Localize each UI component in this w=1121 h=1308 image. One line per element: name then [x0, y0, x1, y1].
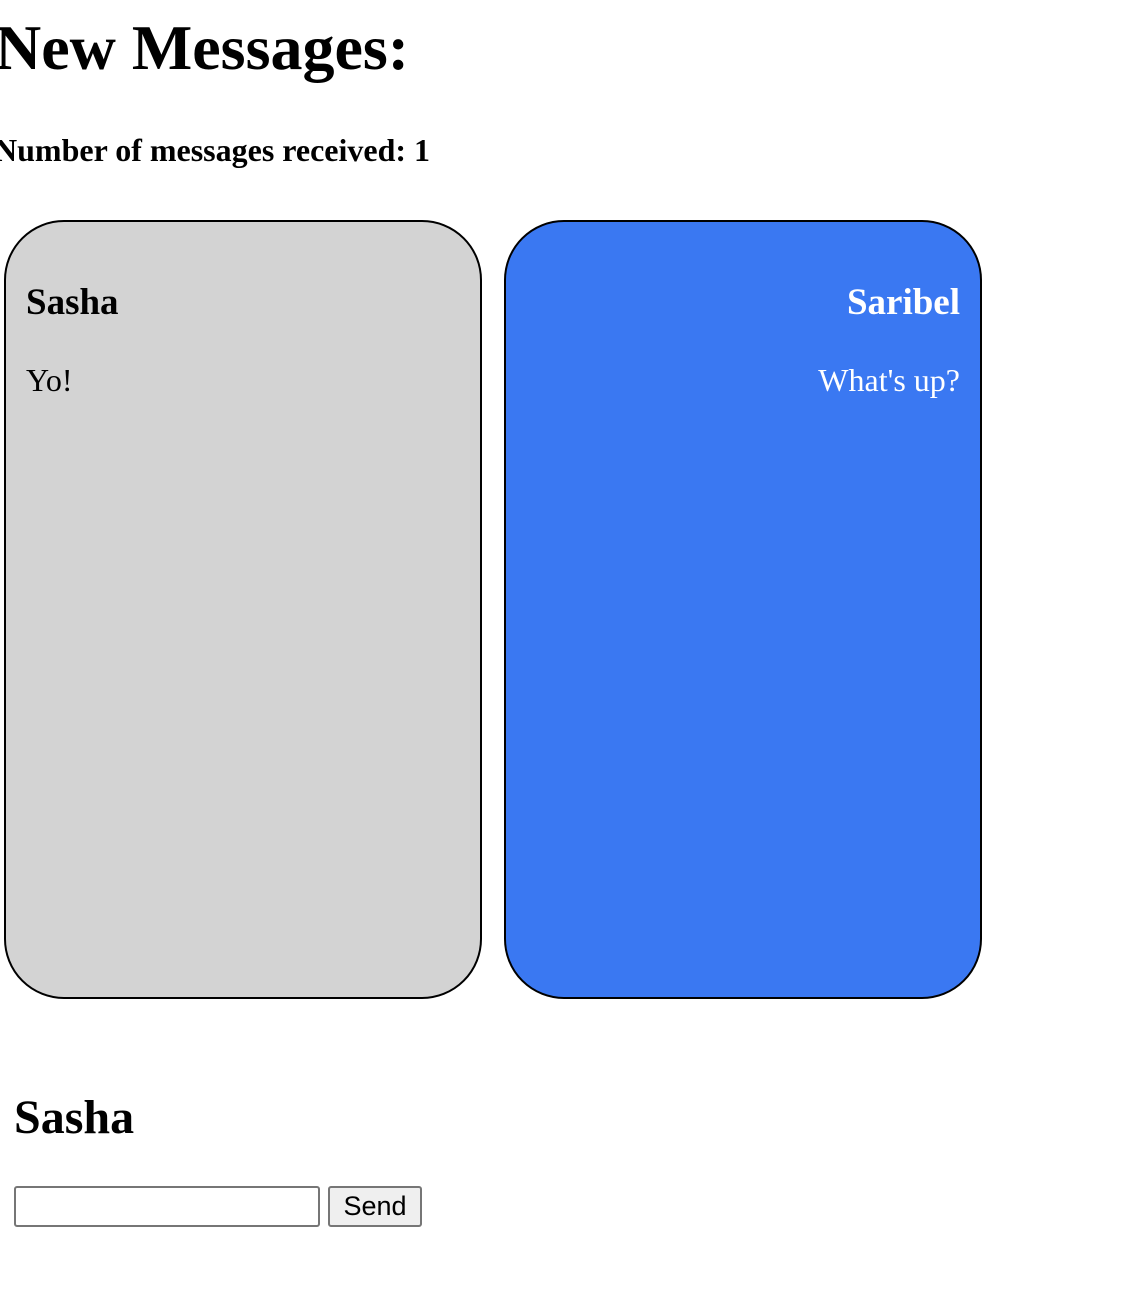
message-bubble-sasha: Sasha Yo! — [4, 220, 482, 999]
composer-row: Send — [14, 1186, 422, 1227]
message-composer: Sasha Send — [14, 1086, 422, 1227]
composer-user-name: Sasha — [14, 1091, 135, 1144]
message-count: Number of messages received: 1 — [0, 132, 431, 168]
send-button[interactable]: Send — [328, 1186, 422, 1227]
message-sender: Saribel — [846, 282, 960, 323]
page-title: New Messages: — [0, 12, 410, 83]
message-text: Yo! — [26, 362, 73, 398]
message-input[interactable] — [14, 1186, 320, 1227]
message-bubble-saribel: Saribel What's up? — [504, 220, 982, 999]
message-sender: Sasha — [26, 282, 119, 323]
message-text: What's up? — [818, 362, 960, 398]
